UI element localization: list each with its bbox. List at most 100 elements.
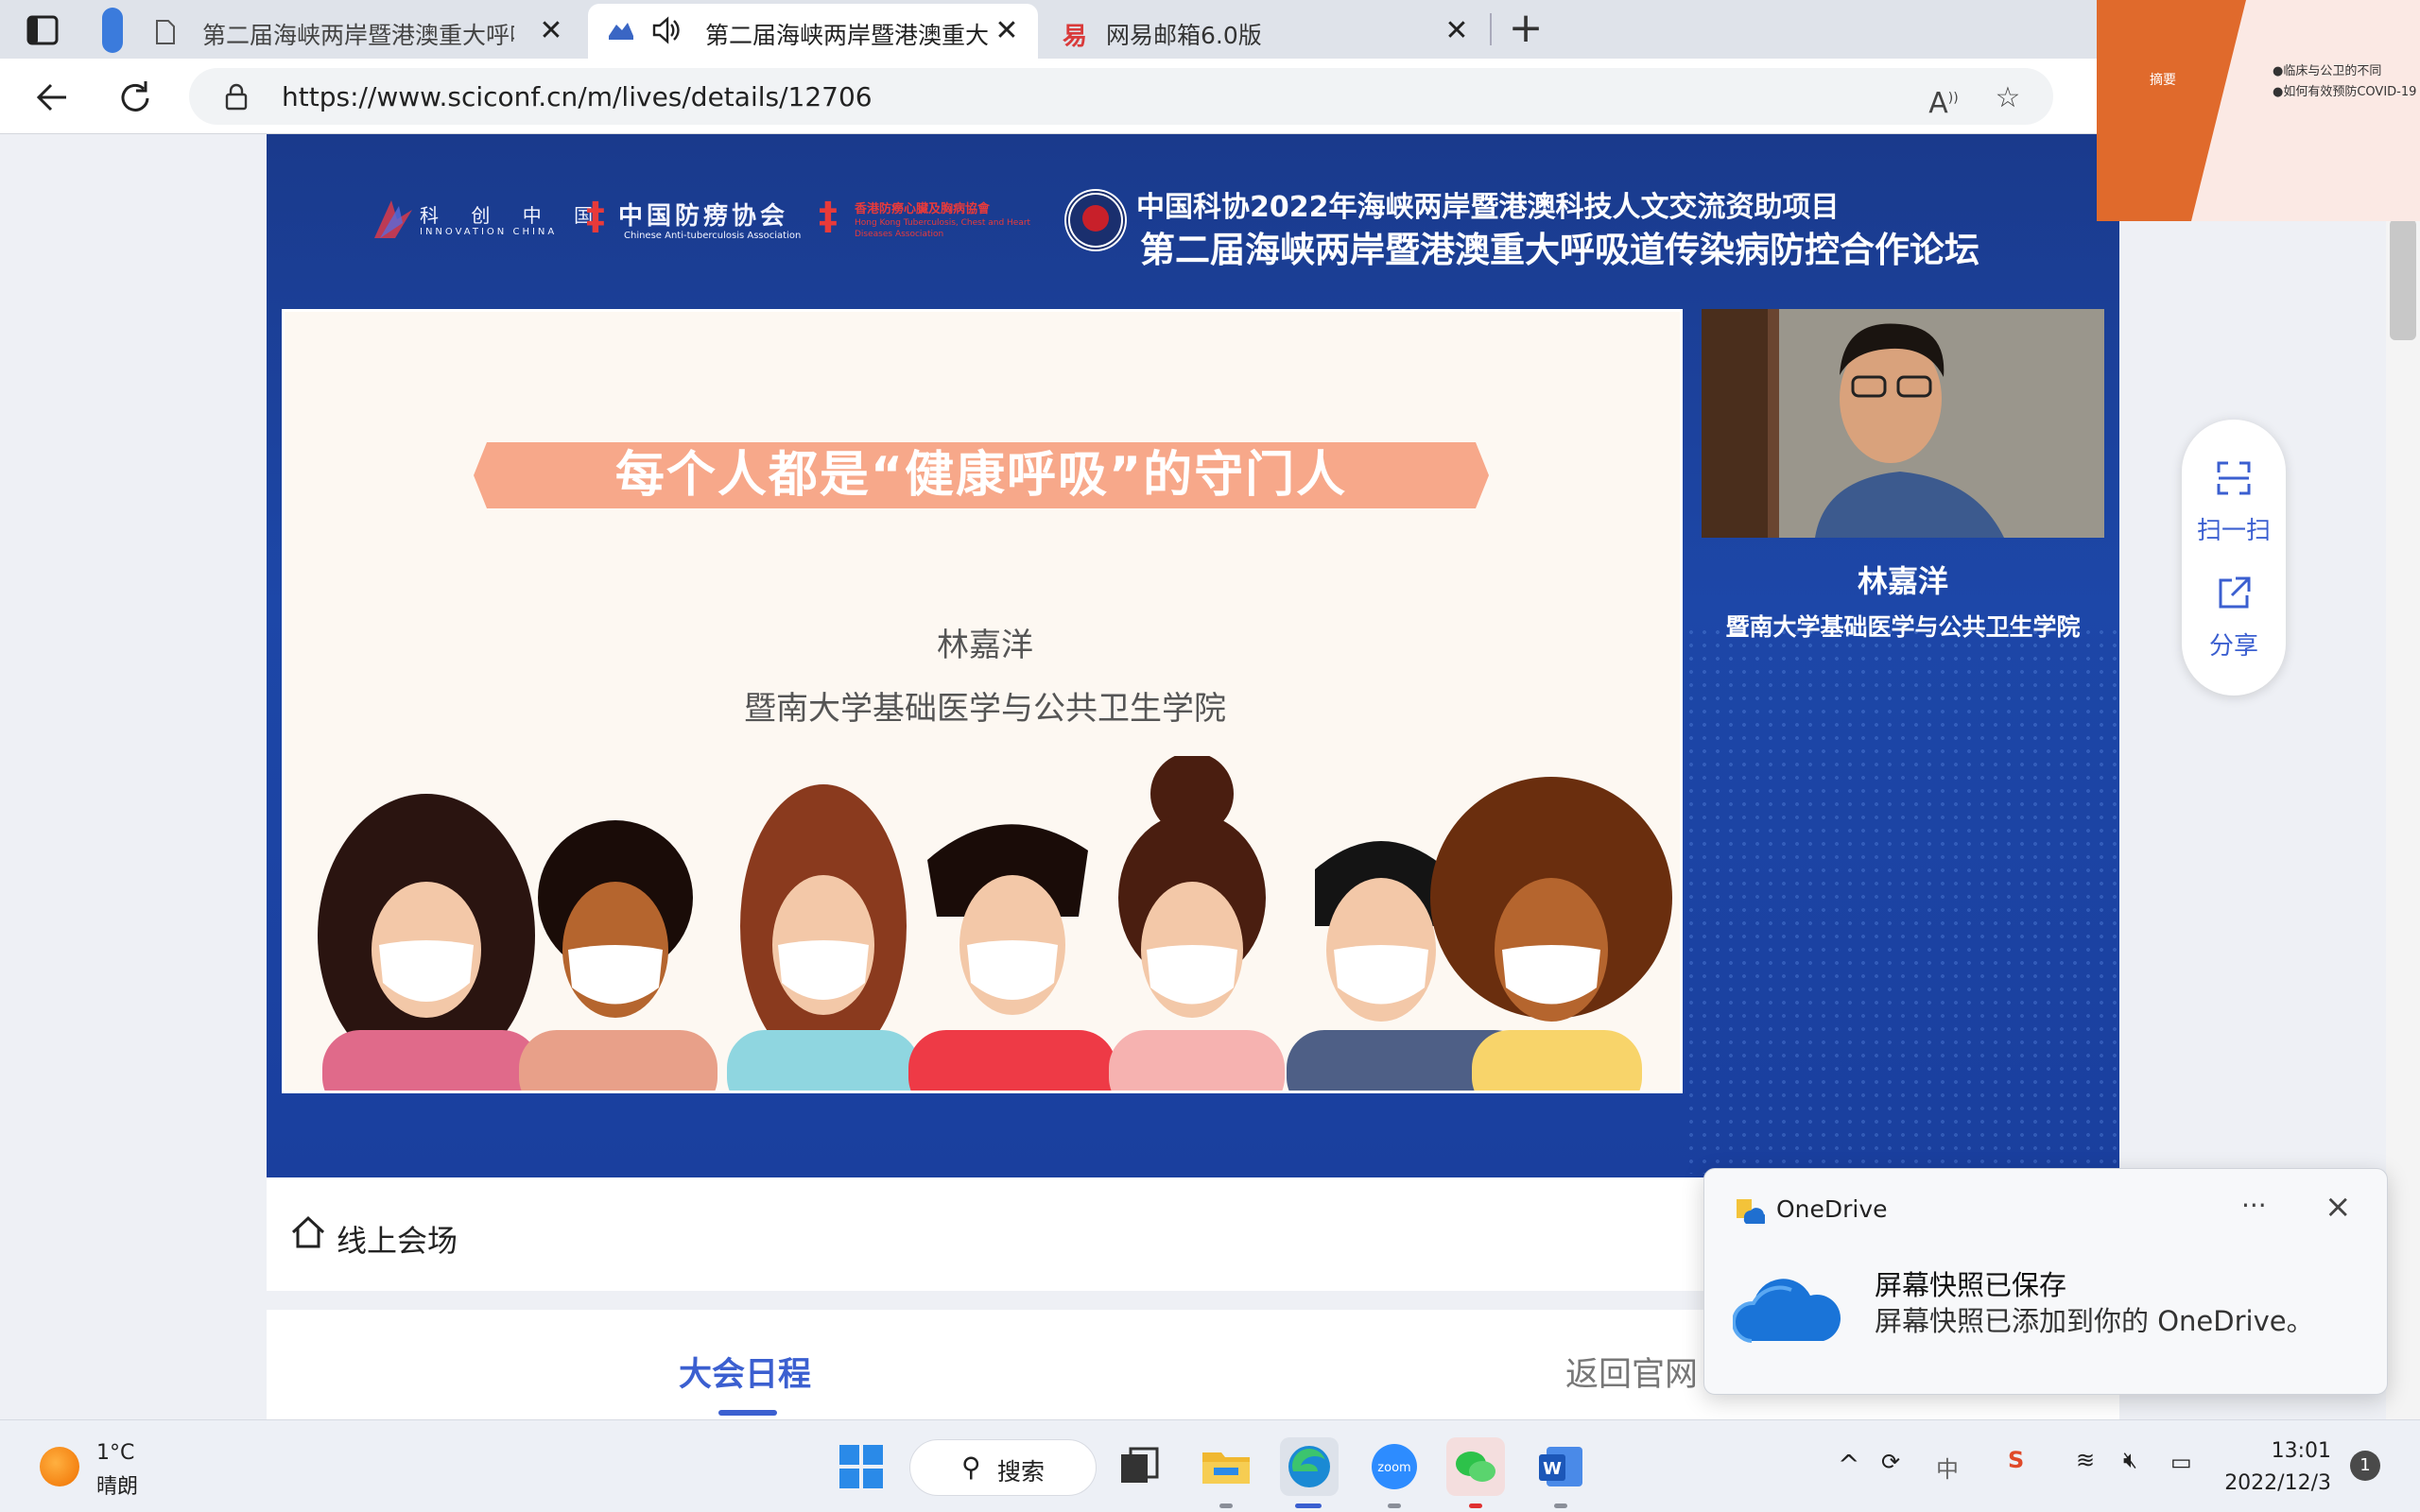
notification-badge[interactable]: 1: [2350, 1451, 2380, 1481]
onedrive-app-icon: [1737, 1199, 1765, 1225]
add-favorite-icon[interactable]: ☆: [1991, 81, 2025, 115]
app-active-indicator: [1295, 1503, 1322, 1508]
zoom-app-icon[interactable]: zoom: [1365, 1437, 1424, 1496]
clock-date[interactable]: 2022/12/3: [2218, 1471, 2331, 1495]
wechat-app-icon[interactable]: [1446, 1437, 1505, 1496]
scrollbar-thumb[interactable]: [2390, 219, 2416, 340]
close-tab-icon[interactable]: ✕: [993, 17, 1021, 45]
workspace-indicator[interactable]: [102, 8, 123, 53]
read-aloud-icon[interactable]: A)): [1927, 81, 1961, 120]
chevron-up-icon[interactable]: ^: [1838, 1449, 1859, 1480]
hk-tb-association-logo: 香港防癆心臟及胸病協會: [855, 202, 991, 216]
close-icon[interactable]: ×: [2325, 1188, 2352, 1226]
innovation-china-logo: 科 创 中 国: [420, 204, 607, 227]
tab-back-to-site[interactable]: 返回官网: [1565, 1348, 1698, 1396]
speaker-video-illustration: [1702, 309, 2104, 538]
app-running-indicator: [1388, 1503, 1401, 1508]
svg-text:W: W: [1543, 1459, 1562, 1479]
svg-text:zoom: zoom: [1377, 1461, 1410, 1475]
online-venue-label[interactable]: 线上会场: [337, 1217, 458, 1261]
scan-label: 扫一扫: [2196, 517, 2271, 545]
refresh-button[interactable]: [113, 76, 157, 119]
lock-icon[interactable]: [223, 82, 250, 111]
sun-weather-icon[interactable]: [40, 1447, 79, 1486]
floating-action-panel: 扫一扫 分享: [2182, 420, 2286, 696]
taskbar-search[interactable]: ⚲ 搜索: [909, 1439, 1097, 1496]
scan-qr-icon: [2182, 459, 2286, 506]
wifi-icon[interactable]: ≋: [2076, 1447, 2095, 1473]
share-icon: [2182, 575, 2286, 621]
search-label: 搜索: [997, 1458, 1046, 1486]
app-running-indicator: [1554, 1503, 1567, 1508]
refresh-icon: [121, 81, 149, 112]
onedrive-cloud-icon: [1733, 1279, 1841, 1343]
tab-actions-icon[interactable]: [23, 13, 64, 47]
tab-title: 网易邮箱6.0版: [1106, 22, 1262, 49]
tab-forum-1[interactable]: 第二届海峡两岸暨港澳重大呼吸道 ✕: [140, 4, 582, 59]
slide-speaker-institution: 暨南大学基础医学与公共卫生学院: [744, 690, 1226, 728]
weather-temperature[interactable]: 1°C: [96, 1441, 134, 1465]
anti-tb-association-logo: 中国防痨协会: [618, 202, 789, 231]
innovation-china-logo-en: INNOVATION CHINA: [420, 227, 558, 237]
site-favicon-icon: [609, 23, 633, 40]
share-button[interactable]: 分享: [2182, 575, 2286, 662]
close-tab-icon[interactable]: ✕: [1443, 17, 1471, 45]
tab-agenda[interactable]: 大会日程: [679, 1348, 811, 1396]
preview-line: ●临床与公卫的不同: [2273, 64, 2382, 78]
volume-muted-icon[interactable]: 🔇︎: [2123, 1447, 2137, 1473]
live-banner: 科 创 中 国 INNOVATION CHINA ‡ 中国防痨协会 Chines…: [267, 134, 2119, 1177]
back-button[interactable]: [30, 76, 74, 119]
double-cross-icon: ‡: [586, 195, 605, 238]
speaker-camera-feed[interactable]: [1702, 309, 2104, 538]
presentation-slide[interactable]: 每个人都是“健康呼吸”的守门人 林嘉洋 暨南大学基础医学与公共卫生学院: [282, 309, 1683, 1093]
close-tab-icon[interactable]: ✕: [537, 17, 565, 45]
tab-netease-mail[interactable]: 易 网易邮箱6.0版 ✕: [1044, 4, 1488, 59]
masked-people-illustration: [318, 756, 1672, 1091]
world-map-decoration: [1685, 626, 2119, 1174]
banner-forum-title: 第二届海峡两岸暨港澳重大呼吸道传染病防控合作论坛: [1140, 230, 1979, 270]
address-bar[interactable]: https://www.sciconf.cn/m/lives/details/1…: [189, 68, 2053, 125]
new-tab-button[interactable]: +: [1507, 8, 1545, 49]
slide-title: 每个人都是“健康呼吸”的守门人: [614, 447, 1348, 504]
sync-icon[interactable]: ⟳: [1881, 1449, 1900, 1475]
battery-icon[interactable]: ▭: [2170, 1449, 2192, 1475]
active-tab-underline: [718, 1410, 777, 1416]
clock-time[interactable]: 13:01: [2227, 1439, 2331, 1463]
tab-title: 第二届海峡两岸暨港澳重大呼吸: [705, 22, 989, 49]
browser-tab-bar: 第二届海峡两岸暨港澳重大呼吸道 ✕ 第二届海峡两岸暨港澳重大呼吸 ✕ 易 网易邮…: [0, 0, 2420, 59]
file-explorer-icon[interactable]: [1197, 1437, 1255, 1496]
preview-line: ●如何有效预防COVID-19: [2273, 85, 2417, 99]
toast-app-name: OneDrive: [1776, 1195, 1888, 1223]
task-view-icon[interactable]: [1110, 1437, 1168, 1496]
slide-preview-thumbnail[interactable]: 摘要 ●临床与公卫的不同 ●如何有效预防COVID-19: [2097, 0, 2420, 221]
search-icon: ⚲: [961, 1452, 981, 1483]
home-icon: [291, 1215, 325, 1248]
onedrive-notification[interactable]: OneDrive ··· × 屏幕快照已保存 屏幕快照已添加到你的 OneDri…: [1703, 1168, 2388, 1395]
tab-forum-2-active[interactable]: 第二届海峡两岸暨港澳重大呼吸 ✕: [588, 4, 1038, 59]
scan-button[interactable]: 扫一扫: [2182, 459, 2286, 546]
edge-browser-icon[interactable]: [1280, 1437, 1339, 1496]
more-options-icon[interactable]: ···: [2241, 1190, 2267, 1221]
browser-toolbar: https://www.sciconf.cn/m/lives/details/1…: [0, 59, 2420, 134]
anti-tb-association-logo-en: Chinese Anti-tuberculosis Association: [624, 231, 802, 241]
netease-mail-icon: 易: [1063, 23, 1088, 51]
windows-start-icon[interactable]: [832, 1437, 890, 1496]
speaker-name: 林嘉洋: [1857, 563, 1948, 599]
page-icon: [156, 20, 175, 44]
sogou-ime-icon[interactable]: S: [2008, 1447, 2024, 1473]
tab-title: 第二届海峡两岸暨港澳重大呼吸道: [202, 22, 514, 49]
speaker-institution: 暨南大学基础医学与公共卫生学院: [1725, 613, 2081, 641]
slide-speaker-name: 林嘉洋: [937, 627, 1033, 664]
seal-logo-icon: [1064, 189, 1127, 251]
speaker-audio-icon[interactable]: [650, 15, 681, 45]
ime-mode[interactable]: 中: [1936, 1451, 1959, 1484]
preview-title: 摘要: [2150, 73, 2176, 88]
app-alert-indicator: [1469, 1503, 1482, 1508]
double-cross-icon: ‡: [819, 195, 838, 238]
weather-description[interactable]: 晴朗: [96, 1469, 138, 1500]
word-app-icon[interactable]: W: [1531, 1437, 1590, 1496]
arrow-left-icon: [36, 83, 66, 112]
url-text[interactable]: https://www.sciconf.cn/m/lives/details/1…: [282, 81, 873, 112]
tab-separator: [1490, 13, 1492, 45]
preview-background: [2097, 0, 2246, 221]
